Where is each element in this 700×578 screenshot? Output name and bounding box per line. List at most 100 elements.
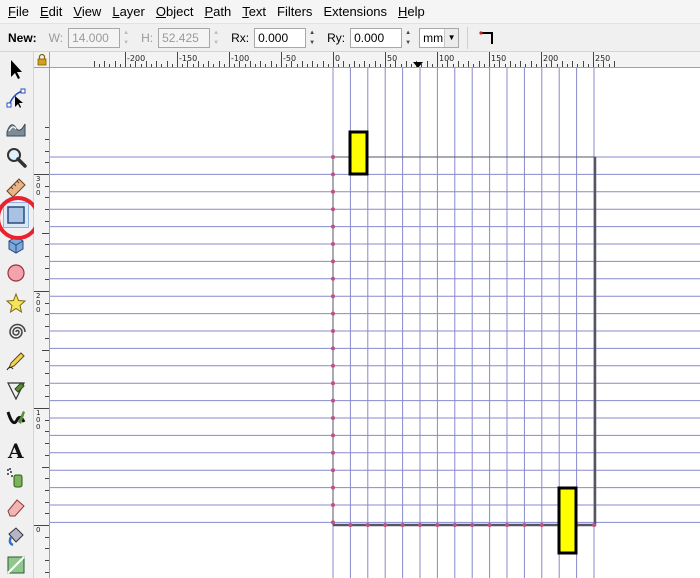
hruler-tick (541, 52, 542, 67)
menu-extensions[interactable]: Extensions (319, 0, 391, 24)
tool-calligraphy-button[interactable] (3, 406, 29, 432)
reset-corners-button[interactable] (478, 29, 496, 47)
tool-eraser-button[interactable] (3, 494, 29, 520)
width-spin-arrows[interactable]: ▲ ▼ (121, 28, 131, 48)
guide-handle[interactable] (331, 433, 335, 438)
guide-handle[interactable] (539, 523, 544, 527)
menu-label: ayer (119, 3, 145, 19)
height-spinbox[interactable]: ▲▼ (158, 27, 221, 48)
hruler-tick (567, 64, 568, 67)
tool-measure-button[interactable] (3, 173, 29, 199)
rx-spin-arrows[interactable]: ▲ ▼ (307, 28, 317, 48)
yellow-rectangle-top[interactable] (348, 130, 369, 176)
menu-view[interactable]: View (69, 0, 105, 24)
guide-handle[interactable] (331, 485, 335, 490)
tool-star-button[interactable] (3, 290, 29, 316)
horizontal-ruler[interactable]: -200 -150 -100 -50 0 50 100 150 200 250 (50, 52, 700, 68)
guide-handle[interactable] (418, 523, 422, 527)
guide-handle[interactable] (348, 523, 353, 527)
hruler-tick (463, 64, 464, 67)
tool-selector-arrow-button[interactable] (3, 56, 29, 82)
width-input[interactable] (68, 27, 121, 48)
guide-handle[interactable] (331, 259, 335, 264)
tool-spiral-button[interactable] (3, 319, 29, 345)
canvas-drawing[interactable] (50, 68, 700, 578)
tool-tweak-button[interactable] (3, 114, 29, 140)
guide-handle[interactable] (331, 224, 335, 229)
height-spin-arrows[interactable]: ▲ ▼ (211, 28, 221, 48)
yellow-rectangle-bottom[interactable] (557, 486, 578, 555)
tool-spray-button[interactable] (3, 465, 29, 491)
menu-edit[interactable]: Edit (36, 0, 66, 24)
menu-path[interactable]: Path (200, 0, 235, 24)
tool-pencil-button[interactable] (3, 348, 29, 374)
guide-handle[interactable] (331, 450, 335, 455)
guide-handle[interactable] (331, 207, 335, 212)
ry-spinbox[interactable]: ▲▼ (350, 27, 413, 48)
hruler-label: 0 (335, 54, 341, 63)
guide-handle[interactable] (331, 416, 335, 420)
guide-handle[interactable] (331, 520, 335, 525)
menu-text[interactable]: Text (238, 0, 270, 24)
hruler-tick (593, 52, 594, 67)
guide-handle[interactable] (331, 468, 335, 473)
menu-file[interactable]: File (4, 0, 33, 24)
drawing-canvas[interactable] (50, 68, 700, 578)
tool-node-edit-button[interactable] (3, 85, 29, 111)
vruler-tick (45, 302, 49, 304)
chevron-down-icon[interactable]: ▼ (444, 28, 459, 47)
hruler-tick (561, 61, 563, 67)
rx-input[interactable] (254, 27, 307, 48)
menu-label: ath (213, 3, 232, 19)
height-input[interactable] (158, 27, 211, 48)
hruler-tick (379, 64, 381, 67)
guide-handle[interactable] (435, 523, 440, 527)
vertical-ruler[interactable]: 300 200 100 0 (34, 68, 50, 578)
guide-handle[interactable] (331, 398, 335, 403)
guide-handle[interactable] (331, 242, 335, 246)
hruler-tick (208, 61, 210, 67)
tool-gradient-button[interactable] (3, 552, 29, 578)
guide-handle[interactable] (331, 311, 335, 316)
guide-handle[interactable] (505, 523, 509, 527)
guide-handle[interactable] (331, 363, 335, 368)
tool-text-button[interactable]: A (3, 436, 29, 462)
menu-label: Extensions (323, 3, 388, 19)
hruler-label: 200 (543, 54, 559, 63)
guide-handle[interactable] (522, 523, 527, 527)
tool-pen-button[interactable] (3, 377, 29, 403)
guide-handle[interactable] (592, 523, 596, 527)
tool-paint-bucket-button[interactable] (3, 523, 29, 549)
guide-handle[interactable] (487, 523, 492, 527)
menu-object[interactable]: Object (152, 0, 198, 24)
tool-zoom-button[interactable] (3, 144, 29, 170)
guide-handle[interactable] (331, 189, 335, 194)
guide-handle[interactable] (331, 503, 335, 507)
rx-spinbox[interactable]: ▲▼ (254, 27, 317, 48)
hruler-label: -150 (179, 54, 198, 63)
width-spinbox[interactable]: ▲▼ (68, 27, 131, 48)
menu-help[interactable]: Help (394, 0, 429, 24)
guide-handle[interactable] (331, 276, 335, 281)
menu-mnemonic: H (398, 3, 408, 19)
unit-select[interactable]: mm ▼ (419, 27, 460, 48)
menu-filters[interactable]: Filters (273, 0, 316, 24)
hruler-tick (530, 61, 532, 67)
hruler-tick (385, 52, 386, 67)
guide-handle[interactable] (400, 523, 405, 527)
guide-handle[interactable] (331, 155, 335, 159)
guide-handle[interactable] (331, 329, 335, 333)
tool-ellipse-button[interactable] (3, 260, 29, 286)
guide-handle[interactable] (331, 294, 335, 299)
guide-handle[interactable] (331, 381, 335, 386)
ry-spin-arrows[interactable]: ▲ ▼ (403, 28, 413, 48)
guide-handle[interactable] (331, 172, 335, 177)
ry-input[interactable] (350, 27, 403, 48)
guide-handle[interactable] (331, 346, 335, 351)
guide-handle[interactable] (452, 523, 457, 527)
guide-handle[interactable] (470, 523, 475, 527)
menu-layer[interactable]: Layer (108, 0, 149, 24)
guide-handle[interactable] (383, 523, 388, 527)
guide-handle[interactable] (365, 523, 370, 527)
hruler-tick (478, 61, 480, 67)
